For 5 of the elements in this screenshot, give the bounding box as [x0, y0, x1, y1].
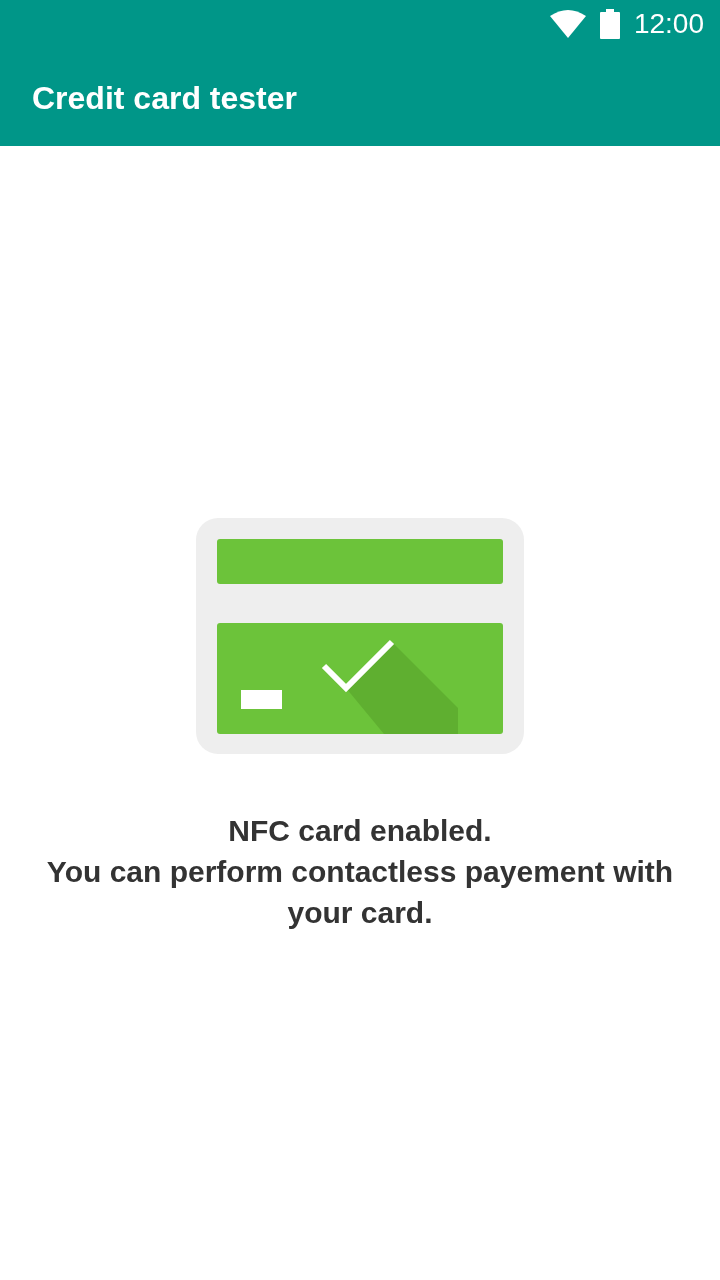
status-time: 12:00: [633, 8, 704, 40]
wifi-icon: [549, 10, 586, 38]
app-title: Credit card tester: [31, 79, 298, 118]
status-message: NFC card enabled. You can perform contactless payement with your card.: [45, 813, 675, 931]
battery-icon: [599, 9, 620, 39]
